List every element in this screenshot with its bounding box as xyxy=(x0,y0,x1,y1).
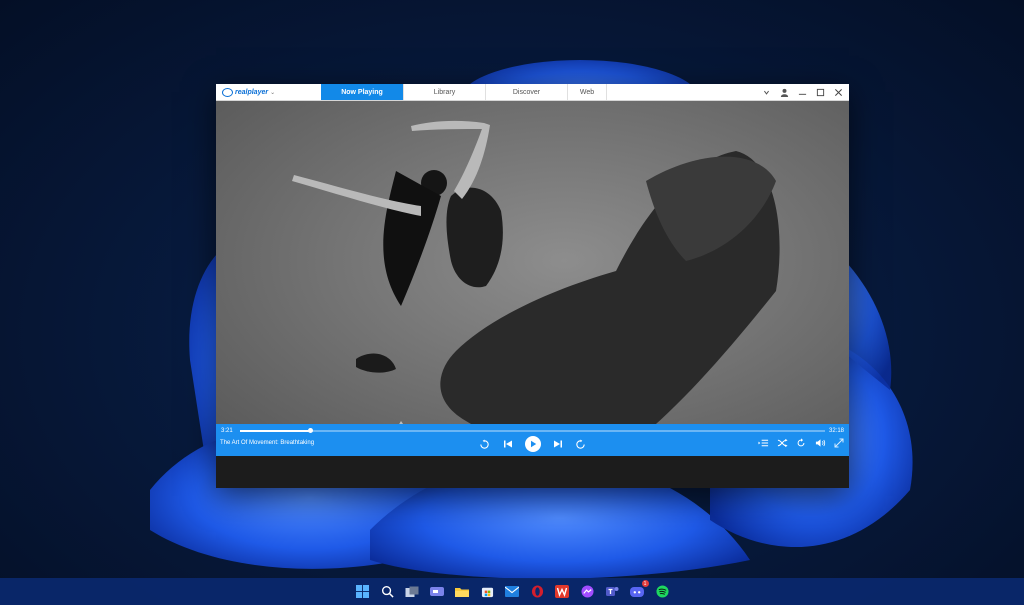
realplayer-window: realplayer ⌄ Now Playing Library Discove… xyxy=(216,84,849,488)
discord-icon[interactable]: 1 xyxy=(629,580,649,600)
video-frame-dancer xyxy=(292,120,780,456)
replay-10-icon[interactable] xyxy=(479,438,491,450)
mail-icon[interactable] xyxy=(504,583,521,600)
tab-discover[interactable]: Discover xyxy=(485,84,567,100)
logo-text: realplayer xyxy=(235,88,269,96)
file-explorer-icon[interactable] xyxy=(454,583,471,600)
tab-label: Now Playing xyxy=(341,88,383,96)
messenger-icon[interactable] xyxy=(579,583,596,600)
title-spacer xyxy=(607,84,762,100)
play-button[interactable] xyxy=(524,436,541,452)
volume-icon[interactable] xyxy=(814,437,826,449)
tab-now-playing[interactable]: Now Playing xyxy=(321,84,403,100)
tab-label: Discover xyxy=(512,88,541,96)
shuffle-icon[interactable] xyxy=(776,437,788,449)
taskbar: 1 xyxy=(0,578,1024,605)
total-duration: 32:18 xyxy=(828,428,844,434)
search-icon[interactable] xyxy=(379,583,396,600)
realplayer-logo-mark xyxy=(222,87,233,97)
seek-bar[interactable] xyxy=(240,428,825,433)
seek-bar-fill xyxy=(240,430,311,432)
tab-label: Web xyxy=(579,88,595,96)
tab-web[interactable]: Web xyxy=(567,84,607,100)
next-track-icon[interactable] xyxy=(552,438,564,450)
microsoft-store-icon[interactable] xyxy=(479,583,496,600)
discord-notification-badge: 1 xyxy=(641,580,649,587)
teams-chat-icon[interactable] xyxy=(429,583,446,600)
task-view-icon[interactable] xyxy=(404,583,421,600)
transport-controls xyxy=(216,436,849,452)
spotify-icon[interactable] xyxy=(654,583,671,600)
previous-track-icon[interactable] xyxy=(502,438,514,450)
window-controls xyxy=(762,84,849,100)
minimize-icon[interactable] xyxy=(798,88,807,97)
close-icon[interactable] xyxy=(834,88,843,97)
repeat-icon[interactable] xyxy=(795,437,807,449)
windows-start-icon[interactable] xyxy=(354,583,371,600)
logo-chevron-icon: ⌄ xyxy=(270,89,276,96)
fullscreen-icon[interactable] xyxy=(833,437,845,449)
secondary-controls xyxy=(757,437,845,449)
playlist-icon[interactable] xyxy=(757,437,769,449)
elapsed-time: 3:21 xyxy=(221,428,233,434)
chevron-down-icon[interactable] xyxy=(762,88,771,97)
seek-bar-handle[interactable] xyxy=(308,428,314,433)
maximize-icon[interactable] xyxy=(816,88,825,97)
playback-controls-bar: 3:21 32:18 The Art Of Movement: Breathta… xyxy=(216,424,849,456)
teams-icon[interactable] xyxy=(604,583,621,600)
forward-10-icon[interactable] xyxy=(575,438,587,450)
realplayer-logo[interactable]: realplayer ⌄ xyxy=(216,84,321,100)
video-area[interactable]: 3:21 32:18 The Art Of Movement: Breathta… xyxy=(216,101,849,456)
opera-icon[interactable] xyxy=(529,583,546,600)
title-bar: realplayer ⌄ Now Playing Library Discove… xyxy=(216,84,849,101)
tab-label: Library xyxy=(433,88,456,96)
user-icon[interactable] xyxy=(780,88,789,97)
tab-library[interactable]: Library xyxy=(403,84,485,100)
wps-office-icon[interactable] xyxy=(554,583,571,600)
play-icon xyxy=(530,440,536,448)
